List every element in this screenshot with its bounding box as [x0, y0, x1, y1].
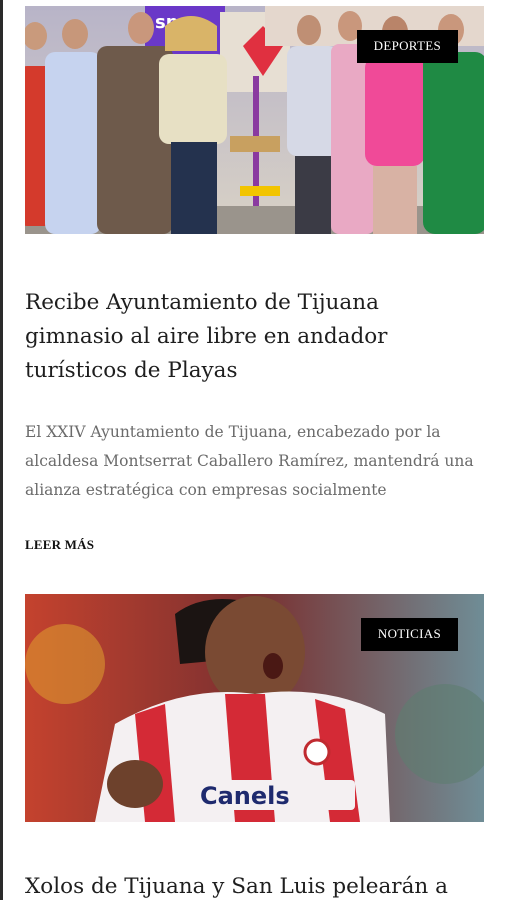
article-card: spo	[25, 6, 484, 553]
article-excerpt: El XXIV Ayuntamiento de Tijuana, encabez…	[25, 423, 474, 499]
article-image[interactable]: spo	[25, 6, 484, 234]
article-card: Canels NOTICIAS Xolos de Tijuana y San L…	[25, 594, 484, 904]
page-left-border	[0, 0, 3, 900]
category-badge[interactable]: NOTICIAS	[360, 618, 458, 651]
category-badge[interactable]: DEPORTES	[356, 30, 458, 63]
read-more-link[interactable]: LEER MÁS	[25, 537, 94, 553]
article-title[interactable]: Xolos de Tijuana y San Luis pelearán a	[25, 870, 484, 904]
article-image[interactable]: Canels NOTICIAS	[25, 594, 484, 822]
article-title[interactable]: Recibe Ayuntamiento de Tijuana gimnasio …	[25, 286, 484, 388]
jersey-sponsor-text: Canels	[200, 782, 290, 810]
